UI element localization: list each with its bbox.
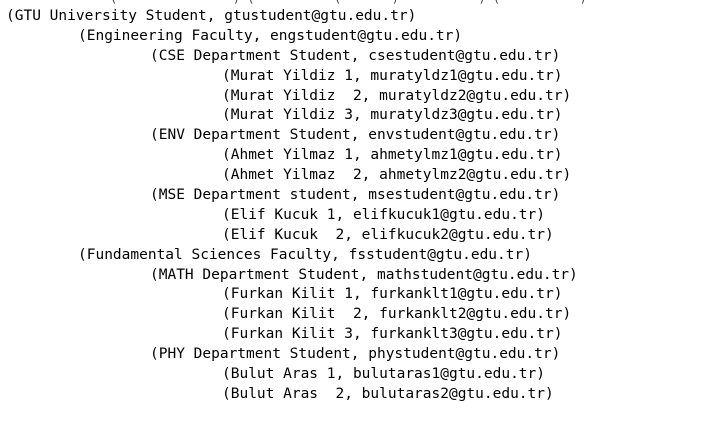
clipped-previous-line: ( ) ( ( ) ) ( ) [0,0,707,5]
tree-line: (Ahmet Yilmaz 1, ahmetylmz1@gtu.edu.tr) [222,147,563,164]
tree-line: (GTU University Student, gtustudent@gtu.… [6,8,417,24]
tree-output-list: (GTU University Student, gtustudent@gtu.… [6,7,578,405]
clipped-previous-line-text: ( ) ( ( ) ) ( ) [110,0,587,4]
tree-line: (Engineering Faculty, engstudent@gtu.edu… [78,27,463,44]
tree-line: (Ahmet Yilmaz 2, ahmetylmz2@gtu.edu.tr) [222,167,572,184]
tree-line: (Elif Kucuk 2, elifkucuk2@gtu.edu.tr) [222,226,554,243]
tree-line: (Murat Yildiz 2, muratyldz2@gtu.edu.tr) [222,87,572,104]
tree-line: (Furkan Kilit 1, furkanklt1@gtu.edu.tr) [222,286,563,303]
tree-line: (Furkan Kilit 2, furkanklt2@gtu.edu.tr) [222,306,572,323]
tree-line: (Elif Kucuk 1, elifkucuk1@gtu.edu.tr) [222,206,546,223]
console-output[interactable]: ( ) ( ( ) ) ( ) (GTU University Student,… [0,0,707,444]
tree-line: (MSE Department student, msestudent@gtu.… [150,187,561,204]
tree-line: (Furkan Kilit 3, furkanklt3@gtu.edu.tr) [222,326,563,343]
tree-line: (CSE Department Student, csestudent@gtu.… [150,47,561,64]
tree-line: (Bulut Aras 2, bulutaras2@gtu.edu.tr) [222,385,554,402]
tree-line: (Murat Yildiz 3, muratyldz3@gtu.edu.tr) [222,107,563,124]
tree-line: (Bulut Aras 1, bulutaras1@gtu.edu.tr) [222,366,546,383]
tree-line: (Murat Yildiz 1, muratyldz1@gtu.edu.tr) [222,67,563,84]
tree-line: (MATH Department Student, mathstudent@gt… [150,266,578,283]
tree-line: (ENV Department Student, envstudent@gtu.… [150,127,561,144]
tree-line: (PHY Department Student, phystudent@gtu.… [150,346,561,363]
tree-line: (Fundamental Sciences Faculty, fsstudent… [78,246,532,263]
